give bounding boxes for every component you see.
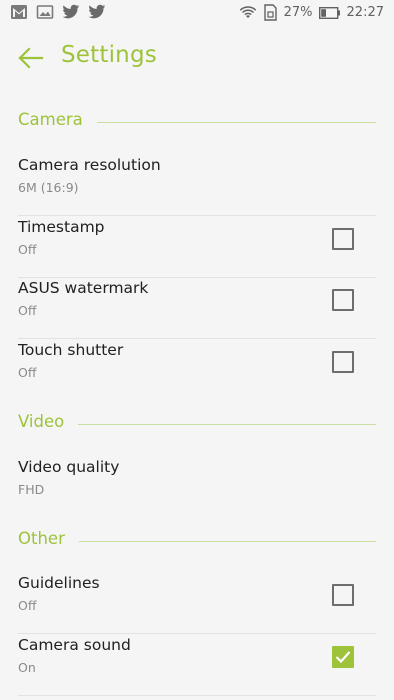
setting-summary: 6M (16:9) xyxy=(18,180,79,195)
status-bar: 27% 22:27 xyxy=(0,0,394,26)
section-header-other: Other xyxy=(0,525,394,555)
setting-summary: Off xyxy=(18,242,37,257)
setting-camera-sound[interactable]: Camera sound On xyxy=(0,634,394,696)
setting-title: Video quality xyxy=(18,458,120,476)
timestamp-checkbox[interactable] xyxy=(332,228,354,250)
checkmark-icon xyxy=(335,651,351,664)
setting-timestamp[interactable]: Timestamp Off xyxy=(0,216,394,278)
twitter-icon xyxy=(88,4,106,20)
setting-touch-shutter[interactable]: Touch shutter Off xyxy=(0,339,394,401)
setting-asus-watermark[interactable]: ASUS watermark Off xyxy=(0,277,394,339)
twitter-icon xyxy=(62,4,80,20)
notification-icons xyxy=(10,4,106,20)
setting-title: Camera sound xyxy=(18,636,131,654)
setting-summary: Off xyxy=(18,365,37,380)
setting-summary: Off xyxy=(18,598,37,613)
arrow-left-icon[interactable] xyxy=(16,44,44,72)
setting-summary: On xyxy=(18,660,36,675)
setting-video-quality[interactable]: Video quality FHD xyxy=(0,456,394,518)
battery-percent: 27% xyxy=(283,5,313,20)
section-divider xyxy=(70,541,376,542)
setting-title: ASUS watermark xyxy=(18,279,149,297)
section-divider xyxy=(88,122,376,123)
setting-camera-resolution[interactable]: Camera resolution 6M (16:9) xyxy=(0,154,394,216)
row-divider xyxy=(18,695,376,696)
camera-sound-checkbox[interactable] xyxy=(332,646,354,668)
section-divider xyxy=(70,424,376,425)
setting-title: Timestamp xyxy=(18,218,105,236)
asus-watermark-checkbox[interactable] xyxy=(332,289,354,311)
app-bar: Settings xyxy=(0,26,394,90)
gmail-icon xyxy=(10,4,28,20)
gallery-icon xyxy=(36,4,54,20)
section-header-camera: Camera xyxy=(0,106,394,136)
guidelines-checkbox[interactable] xyxy=(332,584,354,606)
touch-shutter-checkbox[interactable] xyxy=(332,351,354,373)
section-label: Other xyxy=(18,529,79,548)
setting-title: Camera resolution xyxy=(18,156,161,174)
section-header-video: Video xyxy=(0,408,394,438)
page-title: Settings xyxy=(61,42,157,68)
sim-icon xyxy=(263,4,278,21)
setting-title: Touch shutter xyxy=(18,341,124,359)
clock: 22:27 xyxy=(346,5,384,20)
setting-guidelines[interactable]: Guidelines Off xyxy=(0,572,394,634)
wifi-icon xyxy=(239,5,257,20)
battery-icon xyxy=(318,6,341,19)
setting-title: Guidelines xyxy=(18,574,100,592)
setting-summary: Off xyxy=(18,303,37,318)
system-status: 27% 22:27 xyxy=(239,4,384,21)
section-label: Camera xyxy=(18,110,97,129)
setting-summary: FHD xyxy=(18,482,45,497)
section-label: Video xyxy=(18,412,79,431)
